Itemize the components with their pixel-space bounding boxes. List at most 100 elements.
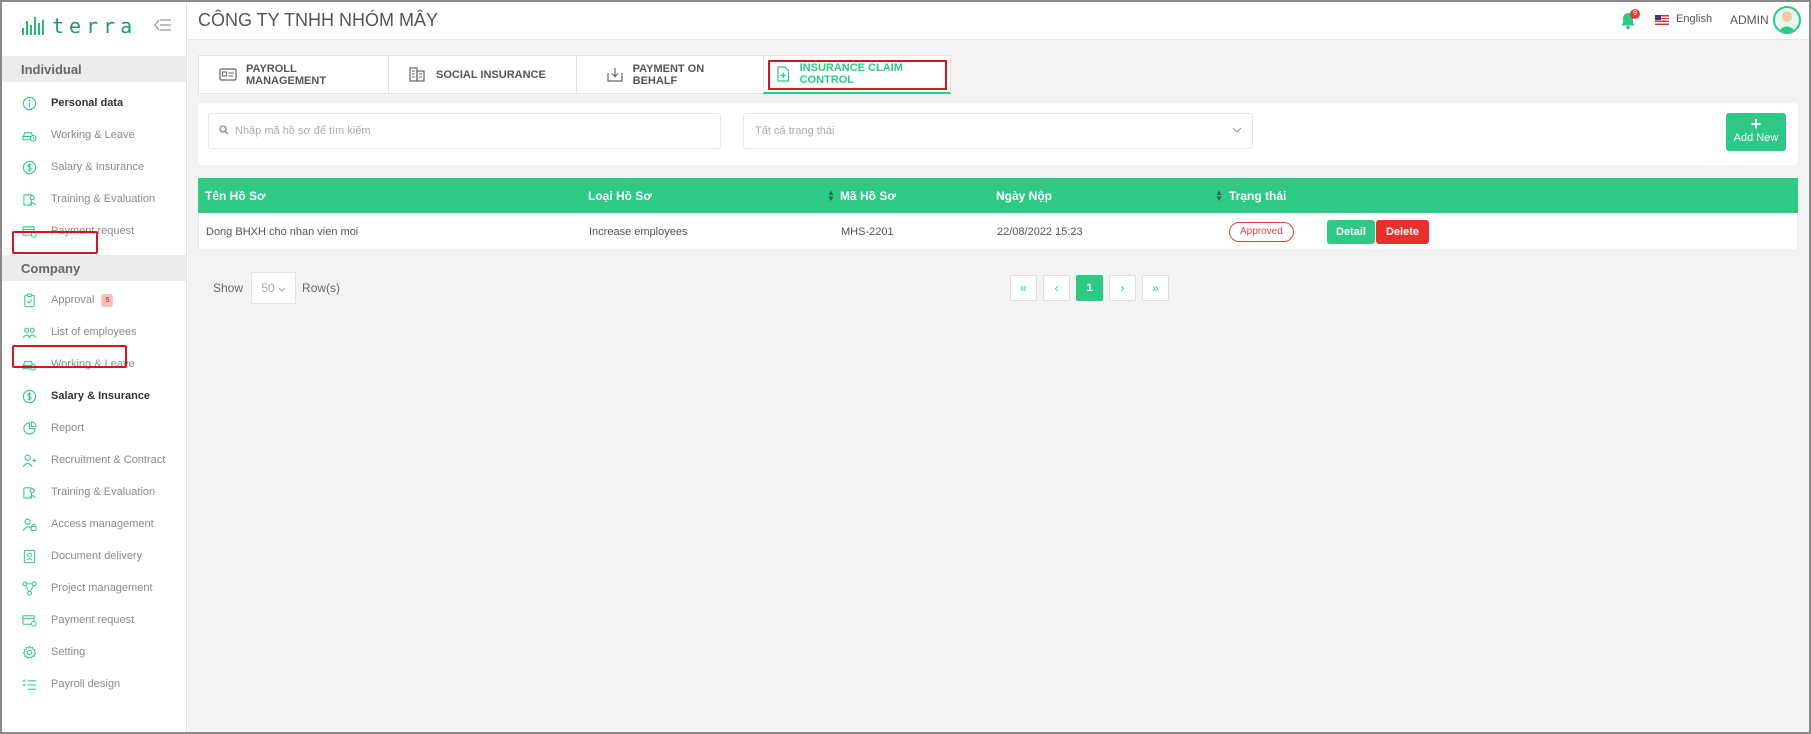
chevron-down-icon [278,281,286,295]
sidebar-item-recruitment-and-contract[interactable]: Recruitment & Contract [2,444,186,476]
highlight-salary-insurance [12,345,127,368]
filter-card: Tất cả trạng thái + Add New [198,103,1798,165]
sidebar-item-project-management[interactable]: Project management [2,572,186,604]
first-page-button[interactable]: « [1010,275,1037,301]
search-box [208,113,721,149]
sidebar-item-training-and-evaluation[interactable]: Training & Evaluation [2,183,186,215]
sidebar-item-training-and-evaluation[interactable]: Training & Evaluation [2,476,186,508]
download-box-icon [607,68,624,82]
car-clock-icon [21,127,38,144]
status-select[interactable]: Tất cả trạng thái [743,113,1253,149]
pie-chart-icon [21,420,38,437]
logo-bars-icon [22,17,44,35]
delete-button[interactable]: Delete [1376,220,1430,244]
language-selector[interactable]: English [1676,13,1712,25]
rows-per-page: Show 50 Row(s) [213,272,340,304]
sidebar-item-salary-and-insurance[interactable]: Salary & Insurance [2,380,186,412]
user-plus-icon [21,452,38,469]
sidebar-item-working-and-leave[interactable]: Working & Leave [2,119,186,151]
logo[interactable]: terra [2,2,186,50]
approval-count-badge: 5 [101,293,114,307]
search-input[interactable] [235,125,720,137]
sidebar-item-label: Payment request [51,614,135,626]
sidebar-item-personal-data[interactable]: Personal data [2,87,186,119]
document-icon [21,548,38,565]
network-icon [21,580,38,597]
main-content: PAYROLL MANAGEMENT SOCIAL INSURANCE PAYM… [188,40,1809,732]
dollar-icon [21,388,38,405]
sidebar-item-label: Training & Evaluation [51,193,156,205]
row-date: 22/08/2022 15:23 [997,225,1083,238]
logo-text: terra [52,14,138,38]
sidebar-item-label: Approval [51,294,95,306]
section-company: Company [2,255,186,281]
prev-page-button[interactable]: ‹ [1043,275,1070,301]
training-icon [21,484,38,501]
sidebar-item-salary-and-insurance[interactable]: Salary & Insurance [2,151,186,183]
sidebar-item-access-management[interactable]: Access management [2,508,186,540]
sidebar-item-setting[interactable]: Setting [2,636,186,668]
avatar[interactable] [1773,6,1801,34]
sidebar-item-payment-request[interactable]: Payment request [2,604,186,636]
next-page-button[interactable]: › [1109,275,1136,301]
add-new-label: Add New [1733,132,1779,144]
last-page-button[interactable]: » [1142,275,1169,301]
highlight-company [12,231,98,254]
tab-social-insurance[interactable]: SOCIAL INSURANCE [388,55,576,94]
sidebar-item-label: Working & Leave [51,129,135,141]
sidebar-item-label: Project management [51,582,153,594]
sidebar-item-list-of-employees[interactable]: List of employees [2,316,186,348]
tab-payment-on-behalf[interactable]: PAYMENT ON BEHALF [576,55,763,94]
sidebar-item-report[interactable]: Report [2,412,186,444]
us-flag-icon [1655,15,1669,25]
header-type: Loại Hồ Sơ [588,188,652,203]
sort-icon[interactable]: ▲ ▼ [1215,189,1223,203]
rows-per-page-value: 50 [261,281,275,295]
rows-per-page-select[interactable]: 50 [251,272,297,304]
sidebar-item-label: Access management [51,518,154,530]
clipboard-icon [21,292,38,309]
highlight-tab-insurance-claim-control [768,60,947,90]
training-icon [21,191,38,208]
table-row: Dong BHXH cho nhan vien moi Increase emp… [198,213,1798,251]
pagination: « ‹ 1 › » [1010,275,1169,301]
sidebar-item-label: Training & Evaluation [51,486,156,498]
user-lock-icon [21,516,38,533]
sidebar-item-document-delivery[interactable]: Document delivery [2,540,186,572]
sidebar-item-label: Personal data [51,97,124,109]
sidebar-item-approval[interactable]: Approval 5 [2,284,186,316]
gear-icon [21,644,38,661]
header-date: Ngày Nộp [996,188,1053,203]
card-icon [21,612,38,629]
add-new-button[interactable]: + Add New [1726,113,1786,151]
row-code: MHS-2201 [841,225,894,238]
user-name[interactable]: ADMIN [1730,13,1769,27]
detail-button[interactable]: Detail [1327,220,1375,244]
claims-table: Tên Hồ Sơ Loại Hồ Sơ ▲ ▼ Mã Hồ Sơ Ngày Nộ… [198,178,1798,251]
collapse-sidebar-icon[interactable] [154,18,172,32]
sort-icon[interactable]: ▲ ▼ [827,189,835,203]
header-code: Mã Hồ Sơ [840,188,896,203]
sidebar-item-label: Payroll design [51,678,121,690]
company-name: CÔNG TY TNHH NHÓM MÂY [198,10,439,30]
building-icon [409,67,427,82]
row-name: Dong BHXH cho nhan vien moi [206,225,359,238]
tab-label: SOCIAL INSURANCE [436,68,546,81]
chevron-down-icon [1232,125,1242,136]
notification-count-badge: 9 [1630,9,1640,19]
list-icon [21,676,38,693]
sidebar-item-label: Report [51,422,85,434]
section-individual: Individual [2,56,186,82]
status-badge: Approved [1229,222,1294,242]
tab-label: PAYMENT ON BEHALF [632,62,705,87]
sidebar-item-payroll-design[interactable]: Payroll design [2,668,186,700]
dollar-icon [21,159,38,176]
search-icon [219,122,229,140]
page-1-button[interactable]: 1 [1076,275,1103,301]
header-status: Trạng thái [1229,188,1287,203]
tab-payroll-management[interactable]: PAYROLL MANAGEMENT [198,55,388,94]
table-header: Tên Hồ Sơ Loại Hồ Sơ ▲ ▼ Mã Hồ Sơ Ngày Nộ… [198,178,1798,213]
topbar: CÔNG TY TNHH NHÓM MÂY 9 English ADMIN [188,2,1809,40]
row-type: Increase employees [589,225,688,238]
header-name: Tên Hồ Sơ [205,188,266,203]
